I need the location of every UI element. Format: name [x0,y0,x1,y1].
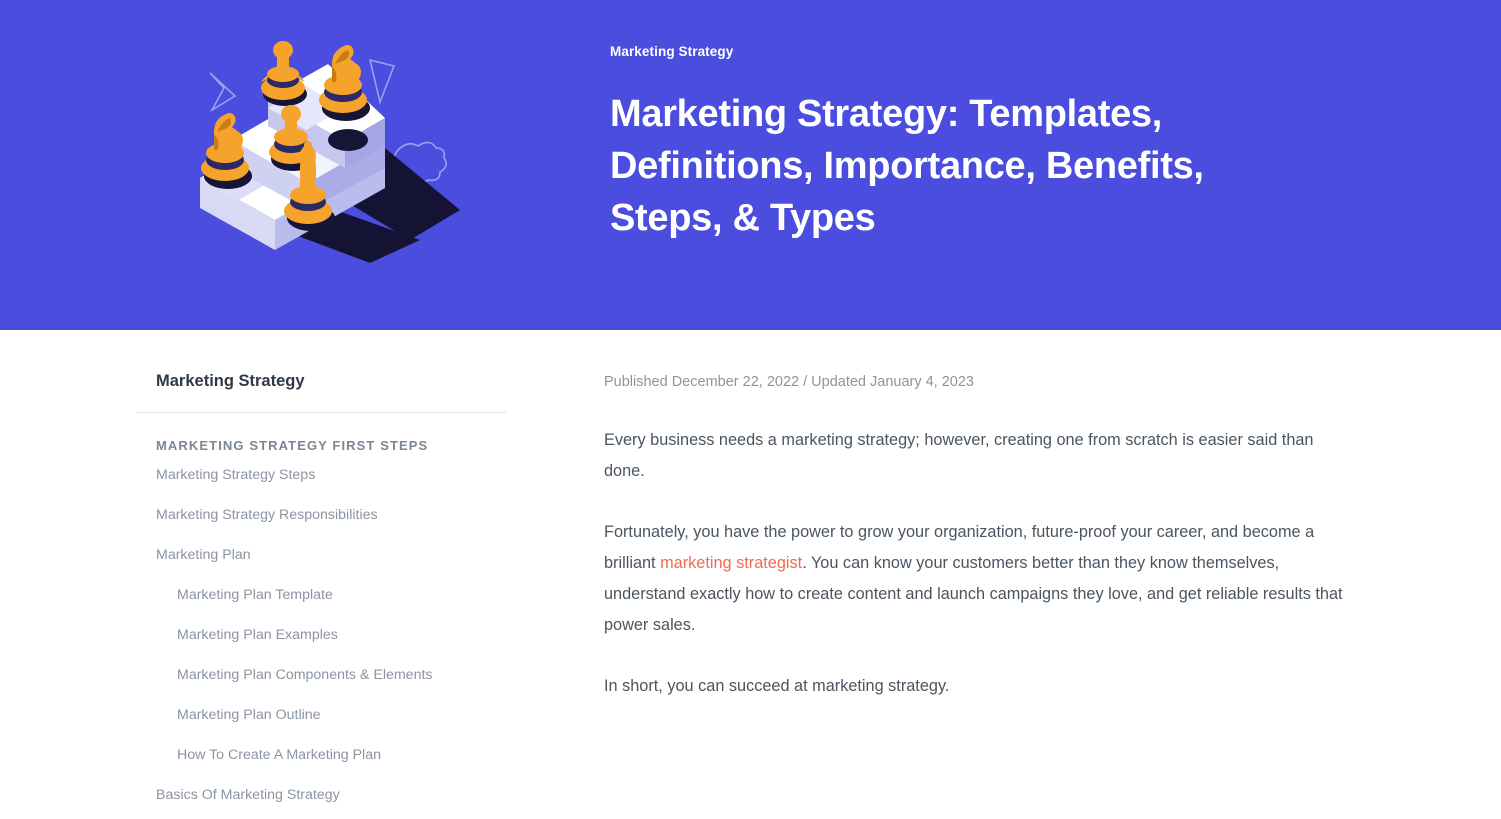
hero-eyebrow: Marketing Strategy [610,44,734,59]
sidebar-item-marketing-plan-components[interactable]: Marketing Plan Components & Elements [136,655,506,695]
sidebar-group-heading: MARKETING STRATEGY FIRST STEPS [156,438,429,453]
sidebar-item-basics-of-marketing-strategy[interactable]: Basics Of Marketing Strategy [136,775,506,815]
article-main: Published December 22, 2022 / Updated Ja… [604,372,1344,702]
article-dates: Published December 22, 2022 / Updated Ja… [604,374,974,390]
sidebar-title: Marketing Strategy [156,372,305,390]
content-area: Marketing Strategy MARKETING STRATEGY FI… [0,330,1501,819]
page-title: Marketing Strategy: Templates, Definitio… [610,93,1204,239]
chess-blocks-illustration [180,28,490,278]
sidebar-item-how-to-create-a-marketing-plan[interactable]: How To Create A Marketing Plan [136,735,506,775]
sidebar-nav: Marketing Strategy MARKETING STRATEGY FI… [136,370,506,819]
sidebar-item-marketing-strategy-responsibilities[interactable]: Marketing Strategy Responsibilities [136,495,506,535]
sidebar-item-marketing-strategy-steps[interactable]: Marketing Strategy Steps [136,455,506,495]
article-page: Marketing Strategy Marketing Strategy: T… [0,0,1501,819]
hero-text-block: Marketing Strategy Marketing Strategy: T… [610,42,1370,244]
sidebar-item-marketing-plan-outline[interactable]: Marketing Plan Outline [136,695,506,735]
sidebar-item-marketing-plan-template[interactable]: Marketing Plan Template [136,575,506,615]
marketing-strategist-link[interactable]: marketing strategist [660,554,802,572]
article-paragraph-3: In short, you can succeed at marketing s… [604,677,950,695]
sidebar-item-marketing-plan[interactable]: Marketing Plan [136,535,506,575]
sidebar-item-marketing-plan-examples[interactable]: Marketing Plan Examples [136,615,506,655]
article-paragraph-2: Fortunately, you have the power to grow … [604,517,1344,641]
hero-banner: Marketing Strategy Marketing Strategy: T… [0,0,1501,330]
article-paragraph-1: Every business needs a marketing strateg… [604,431,1314,480]
sidebar-group-first-steps: MARKETING STRATEGY FIRST STEPS Marketing… [136,413,506,819]
